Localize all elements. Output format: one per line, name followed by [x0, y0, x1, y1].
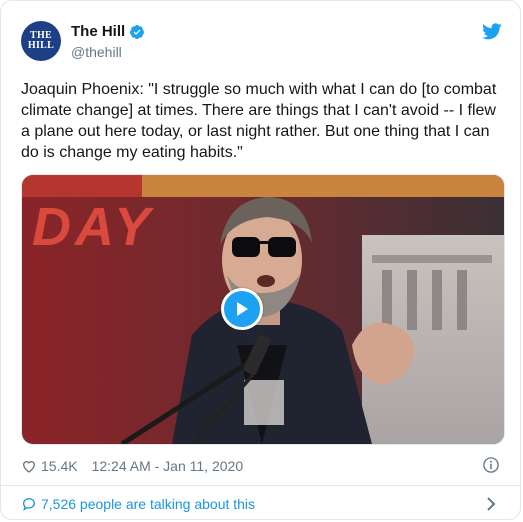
- author-name-text: The Hill: [71, 23, 126, 40]
- author-name[interactable]: The Hill: [71, 23, 145, 40]
- play-button[interactable]: [221, 288, 263, 330]
- tweet-card: THE HILL The Hill @thehill Joaquin Phoen…: [0, 0, 521, 520]
- divider: [1, 485, 520, 486]
- play-icon: [237, 302, 248, 316]
- conversation-link[interactable]: 7,526 people are talking about this: [21, 494, 500, 514]
- chevron-right-icon: [487, 497, 496, 511]
- info-icon[interactable]: [482, 456, 500, 474]
- avatar-logo-text: THE HILL: [27, 30, 55, 51]
- comment-bubble-icon: [22, 497, 36, 511]
- avatar[interactable]: THE HILL: [21, 21, 61, 61]
- video-thumbnail[interactable]: DAY: [21, 174, 505, 445]
- tweet-text: Joaquin Phoenix: "I struggle so much wit…: [21, 81, 497, 161]
- verified-badge-icon: [130, 24, 145, 39]
- author-handle[interactable]: @thehill: [71, 44, 145, 60]
- conversation-text: 7,526 people are talking about this: [41, 496, 256, 512]
- twitter-bird-icon[interactable]: [482, 23, 502, 40]
- tweet-meta: 15.4K 12:24 AM - Jan 11, 2020: [21, 456, 500, 476]
- like-count[interactable]: 15.4K: [41, 458, 78, 474]
- tweet-header: THE HILL The Hill @thehill: [21, 17, 504, 65]
- heart-icon[interactable]: [21, 458, 37, 474]
- tweet-timestamp[interactable]: 12:24 AM - Jan 11, 2020: [92, 458, 244, 474]
- banner-text: DAY: [32, 197, 155, 257]
- video-frame-image: DAY: [22, 175, 504, 444]
- author-block[interactable]: The Hill @thehill: [71, 23, 145, 60]
